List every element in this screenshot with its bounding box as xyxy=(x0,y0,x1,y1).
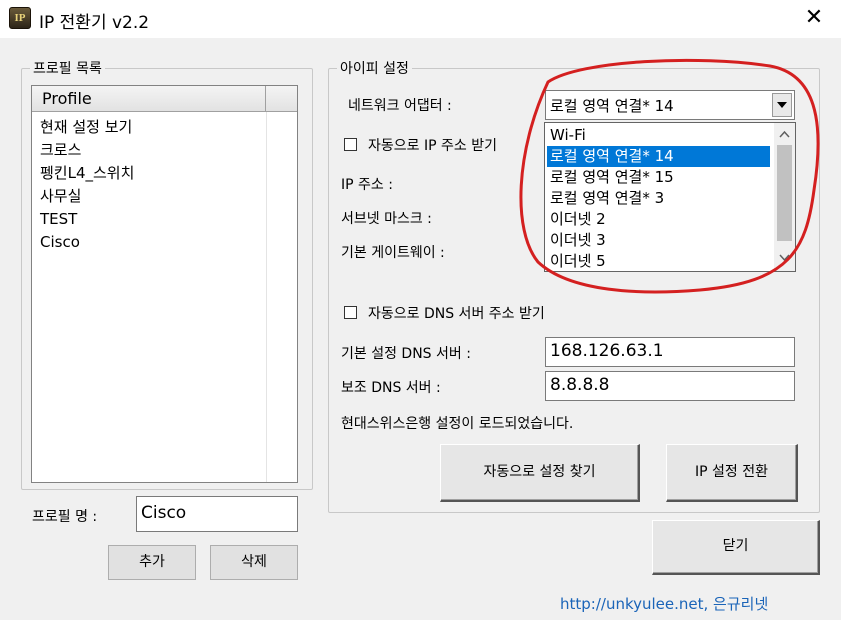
dns-secondary-input[interactable]: 8.8.8.8 xyxy=(545,371,795,401)
adapter-option-ethernet-3[interactable]: 이더넷 3 xyxy=(547,230,770,251)
auto-ip-checkbox[interactable] xyxy=(344,138,357,151)
scroll-up-icon[interactable] xyxy=(774,125,795,143)
adapter-selected-value: 로컬 영역 연결* 14 xyxy=(550,97,674,115)
profile-name-label: 프로필 명 : xyxy=(32,509,98,525)
profile-item-cisco[interactable]: Cisco xyxy=(40,231,80,254)
dns-primary-input[interactable]: 168.126.63.1 xyxy=(545,337,795,367)
dns-secondary-label: 보조 DNS 서버 : xyxy=(341,380,441,396)
adapter-dropdown-list: Wi-Fi 로컬 영역 연결* 14 로컬 영역 연결* 15 로컬 영역 연결… xyxy=(544,122,796,272)
profile-item-office[interactable]: 사무실 xyxy=(40,185,81,208)
dns-primary-label: 기본 설정 DNS 서버 : xyxy=(341,346,471,362)
adapter-select[interactable]: 로컬 영역 연결* 14 xyxy=(545,90,795,120)
status-message: 현대스위스은행 설정이 로드되었습니다. xyxy=(341,416,574,432)
profile-item-current[interactable]: 현재 설정 보기 xyxy=(40,116,132,139)
close-window-button[interactable]: ✕ xyxy=(800,4,828,32)
website-link[interactable]: http://unkyulee.net, 은규리넷 xyxy=(560,593,768,614)
subnet-mask-label: 서브넷 마스크 : xyxy=(341,211,432,227)
adapter-label: 네트워크 어댑터 : xyxy=(348,98,452,114)
dropdown-scrollbar[interactable] xyxy=(774,123,795,271)
default-gateway-label: 기본 게이트웨이 : xyxy=(341,245,445,261)
auto-dns-checkbox[interactable] xyxy=(344,306,357,319)
scrollbar-thumb[interactable] xyxy=(777,145,792,241)
adapter-option-local-3[interactable]: 로컬 영역 연결* 3 xyxy=(547,188,770,209)
profile-item-cross[interactable]: 크로스 xyxy=(40,139,81,162)
dropdown-button[interactable] xyxy=(772,93,792,117)
auto-find-button[interactable]: 자동으로 설정 찾기 xyxy=(440,444,640,502)
profile-column-header-row: Profile xyxy=(32,86,297,112)
profile-name-input[interactable]: Cisco xyxy=(136,496,298,532)
profile-column-header[interactable]: Profile xyxy=(32,86,266,111)
adapter-option-local-14[interactable]: 로컬 영역 연결* 14 xyxy=(547,146,770,167)
profile-column-header-label: Profile xyxy=(42,89,92,108)
profile-list-group-title: 프로필 목록 xyxy=(30,58,105,78)
ip-settings-group-title: 아이피 설정 xyxy=(337,58,412,78)
window-title: IP 전환기 v2.2 xyxy=(39,13,150,33)
delete-button[interactable]: 삭제 xyxy=(210,545,298,580)
adapter-option-wifi[interactable]: Wi-Fi xyxy=(547,125,770,146)
auto-ip-label[interactable]: 자동으로 IP 주소 받기 xyxy=(368,135,524,155)
close-button[interactable]: 닫기 xyxy=(652,520,820,575)
profile-listbox-column-line xyxy=(266,112,267,482)
adapter-option-ethernet-5[interactable]: 이더넷 5 xyxy=(547,251,770,271)
scroll-down-icon[interactable] xyxy=(774,249,795,267)
app-icon: IP xyxy=(9,7,31,29)
adapter-option-local-15[interactable]: 로컬 영역 연결* 15 xyxy=(547,167,770,188)
switch-ip-button[interactable]: IP 설정 전환 xyxy=(666,444,798,502)
profile-item-switch[interactable]: 펭킨L4_스위치 xyxy=(40,162,134,185)
adapter-option-ethernet-2[interactable]: 이더넷 2 xyxy=(547,209,770,230)
profile-listbox[interactable]: Profile 현재 설정 보기 크로스 펭킨L4_스위치 사무실 TEST C… xyxy=(31,85,298,483)
chevron-down-icon xyxy=(777,102,787,108)
auto-dns-label[interactable]: 자동으로 DNS 서버 주소 받기 xyxy=(368,303,545,323)
ip-address-label: IP 주소 : xyxy=(341,177,393,193)
profile-item-test[interactable]: TEST xyxy=(40,208,77,231)
add-button[interactable]: 추가 xyxy=(108,545,196,580)
